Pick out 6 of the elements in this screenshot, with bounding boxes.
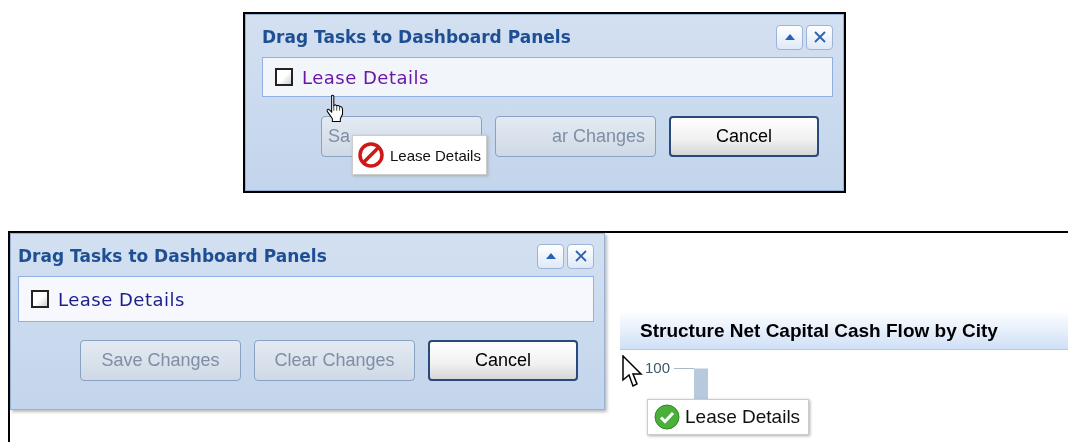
dialog-title: Drag Tasks to Dashboard Panels [262, 27, 571, 47]
dialog-title: Drag Tasks to Dashboard Panels [18, 246, 327, 266]
axis-label: 100 [645, 359, 671, 376]
drag-label: Lease Details [685, 406, 801, 428]
chart-title: Structure Net Capital Cash Flow by City [620, 313, 1068, 350]
drag-label: Lease Details [390, 146, 481, 164]
